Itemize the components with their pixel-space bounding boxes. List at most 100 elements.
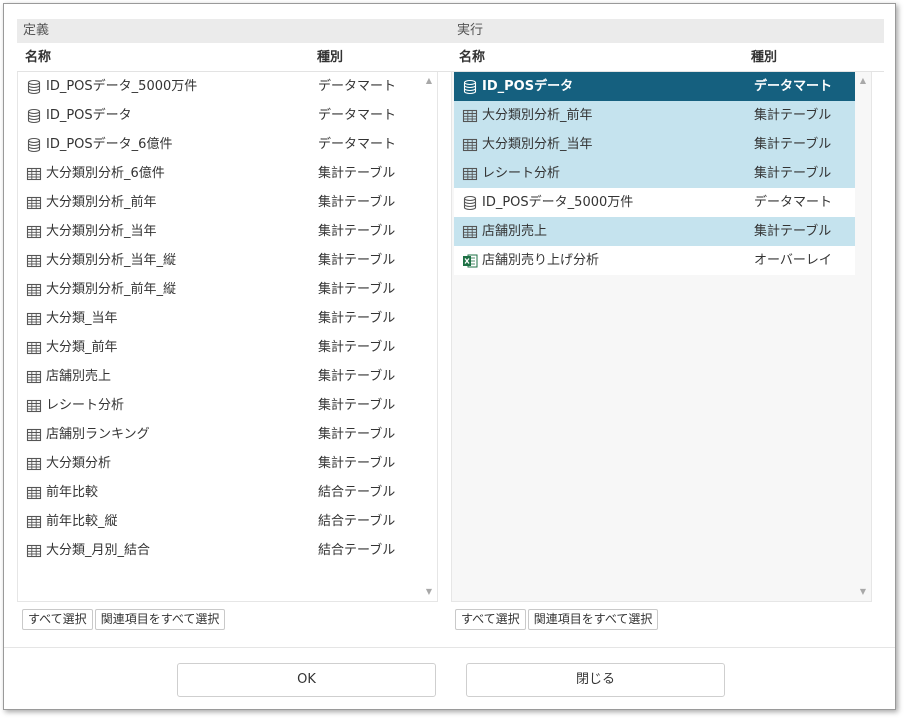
panel-title: 実行 [451,19,884,43]
execution-list-row[interactable]: ID_POSデータ_5000万件 データマート [454,188,869,217]
row-type: 結合テーブル [318,543,396,558]
definition-list-row[interactable]: 前年比較 結合テーブル [18,478,434,507]
table-icon [26,282,42,298]
table-icon [26,398,42,414]
definition-list-row[interactable]: 大分類別分析_前年 集計テーブル [18,188,434,217]
execution-list-row[interactable]: ID_POSデータ データマート [454,72,869,101]
row-type: データマート [754,79,833,94]
definition-list-row[interactable]: 大分類_当年 集計テーブル [18,304,434,333]
row-name: ID_POSデータ [482,79,574,94]
ok-button[interactable]: OK [177,663,436,697]
definition-list-row[interactable]: 店舗別ランキング 集計テーブル [18,420,434,449]
row-type: 集計テーブル [754,224,832,239]
row-name: 大分類別分析_前年 [46,195,157,210]
row-type: 集計テーブル [754,108,832,123]
definition-list[interactable]: ID_POSデータ_5000万件 データマート ID_POSデータ データマート ID_… [17,72,438,602]
table-icon [26,195,42,211]
execution-list-row[interactable]: 店舗別売上 集計テーブル [454,217,869,246]
row-name: 大分類分析 [46,456,112,471]
column-name-header: 名称 [459,50,486,65]
row-type: 集計テーブル [318,282,396,297]
row-name: 大分類別分析_前年 [482,108,593,123]
table-icon [26,340,42,356]
row-name: 大分類_月別_結合 [46,543,151,558]
definition-list-row[interactable]: レシート分析 集計テーブル [18,391,434,420]
row-type: データマート [318,137,397,152]
table-icon [26,485,42,501]
row-name: ID_POSデータ_5000万件 [482,195,634,210]
scroll-down-arrow-icon[interactable]: ▼ [855,585,871,599]
definition-button-bar: すべて選択 関連項目をすべて選択 [22,609,227,631]
definition-list-row[interactable]: 大分類別分析_当年_縦 集計テーブル [18,246,434,275]
table-icon [26,369,42,385]
execution-list-row[interactable]: レシート分析 集計テーブル [454,159,869,188]
table-icon [26,311,42,327]
row-type: データマート [318,108,397,123]
execution-list-row[interactable]: 店舗別売り上げ分析 オーバーレイ [454,246,869,275]
row-name: 大分類別分析_6億件 [46,166,165,181]
definition-list-row[interactable]: 大分類分析 集計テーブル [18,449,434,478]
row-type: 結合テーブル [318,485,396,500]
execution-list-row[interactable]: 大分類別分析_当年 集計テーブル [454,130,869,159]
table-icon [26,456,42,472]
row-name: 大分類_前年 [46,340,118,355]
row-name: 店舗別売上 [482,224,548,239]
database-icon [26,137,42,153]
row-type: 集計テーブル [318,456,396,471]
table-icon [26,543,42,559]
column-type-header: 種別 [751,50,778,65]
table-icon [26,224,42,240]
definition-list-row[interactable]: 大分類_月別_結合 結合テーブル [18,536,434,565]
row-type: 集計テーブル [318,340,396,355]
scroll-down-arrow-icon[interactable]: ▼ [421,585,437,599]
row-name: 店舗別売り上げ分析 [482,253,600,268]
row-name: 大分類別分析_当年_縦 [46,253,177,268]
row-type: 集計テーブル [318,427,396,442]
table-icon [462,108,478,124]
scrollbar[interactable]: ▲ ▼ [855,72,871,601]
row-type: 集計テーブル [318,253,396,268]
select-related-button[interactable]: 関連項目をすべて選択 [527,609,659,630]
column-name-header: 名称 [25,50,52,65]
definition-list-row[interactable]: 店舗別売上 集計テーブル [18,362,434,391]
column-type-header: 種別 [317,50,344,65]
row-type: 集計テーブル [754,137,832,152]
column-header: 名称 種別 [451,43,884,72]
database-icon [26,79,42,95]
row-type: 集計テーブル [318,195,396,210]
definition-list-row[interactable]: ID_POSデータ_6億件 データマート [18,130,434,159]
database-icon [462,79,478,95]
row-name: レシート分析 [46,398,125,413]
definition-list-row[interactable]: 大分類別分析_当年 集計テーブル [18,217,434,246]
definition-list-row[interactable]: 大分類別分析_6億件 集計テーブル [18,159,434,188]
row-name: 前年比較_縦 [46,514,118,529]
definition-list-row[interactable]: 前年比較_縦 結合テーブル [18,507,434,536]
execution-panel: 実行 名称 種別 ID_POSデータ データマート 大分類別分析_前年 集計テーブル大… [451,19,884,630]
definition-list-row[interactable]: 大分類_前年 集計テーブル [18,333,434,362]
scrollbar[interactable]: ▲ ▼ [421,72,437,601]
row-name: レシート分析 [482,166,561,181]
row-name: 大分類_当年 [46,311,118,326]
dialog: 定義 名称 種別 ID_POSデータ_5000万件 データマート ID_POSデータ… [3,3,896,710]
definition-list-row[interactable]: ID_POSデータ データマート [18,101,434,130]
row-type: 集計テーブル [318,224,396,239]
table-icon [462,224,478,240]
panel-title: 定義 [17,19,451,43]
select-all-button[interactable]: すべて選択 [22,609,93,630]
row-type: 集計テーブル [754,166,832,181]
row-type: 集計テーブル [318,398,396,413]
definition-list-row[interactable]: 大分類別分析_前年_縦 集計テーブル [18,275,434,304]
select-related-button[interactable]: 関連項目をすべて選択 [94,609,226,630]
scroll-up-arrow-icon[interactable]: ▲ [421,74,437,88]
row-type: 集計テーブル [318,166,396,181]
select-all-button[interactable]: すべて選択 [455,609,526,630]
execution-list[interactable]: ID_POSデータ データマート 大分類別分析_前年 集計テーブル 大分類別分析_当年集… [451,72,872,602]
row-type: 集計テーブル [318,369,396,384]
row-name: 店舗別ランキング [46,427,150,442]
divider [4,647,895,648]
scroll-up-arrow-icon[interactable]: ▲ [855,74,871,88]
row-name: ID_POSデータ_5000万件 [46,79,198,94]
execution-list-row[interactable]: 大分類別分析_前年 集計テーブル [454,101,869,130]
definition-list-row[interactable]: ID_POSデータ_5000万件 データマート [18,72,434,101]
close-button[interactable]: 閉じる [466,663,725,697]
